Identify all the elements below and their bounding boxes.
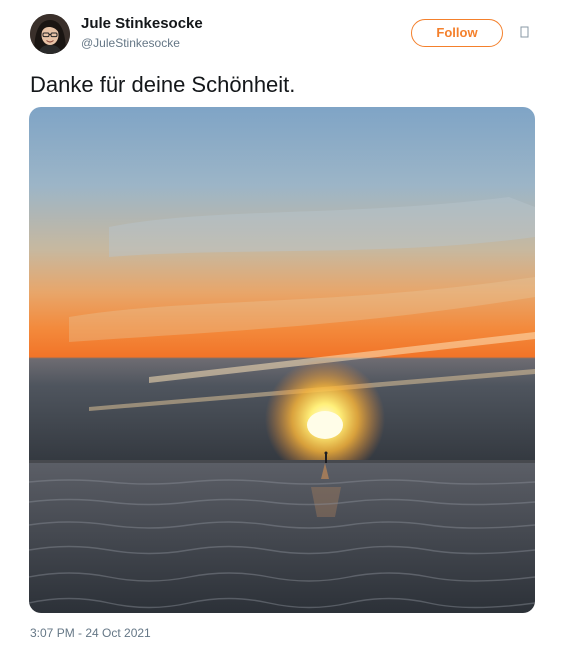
chevron-down-icon[interactable] <box>518 25 532 39</box>
sunset-photo <box>29 107 535 613</box>
tweet-timestamp[interactable]: 3:07 PM - 24 Oct 2021 <box>30 625 151 641</box>
follow-button[interactable]: Follow <box>411 19 503 47</box>
display-name[interactable]: Jule Stinkesocke <box>81 15 203 33</box>
tweet-card: Jule Stinkesocke @JuleStinkesocke Follow… <box>0 0 563 649</box>
avatar[interactable] <box>30 14 70 54</box>
tweet-photo[interactable] <box>29 107 535 613</box>
tweet-text: Danke für deine Schönheit. <box>30 72 296 97</box>
avatar-image <box>30 14 70 54</box>
screen-name[interactable]: @JuleStinkesocke <box>81 35 180 51</box>
